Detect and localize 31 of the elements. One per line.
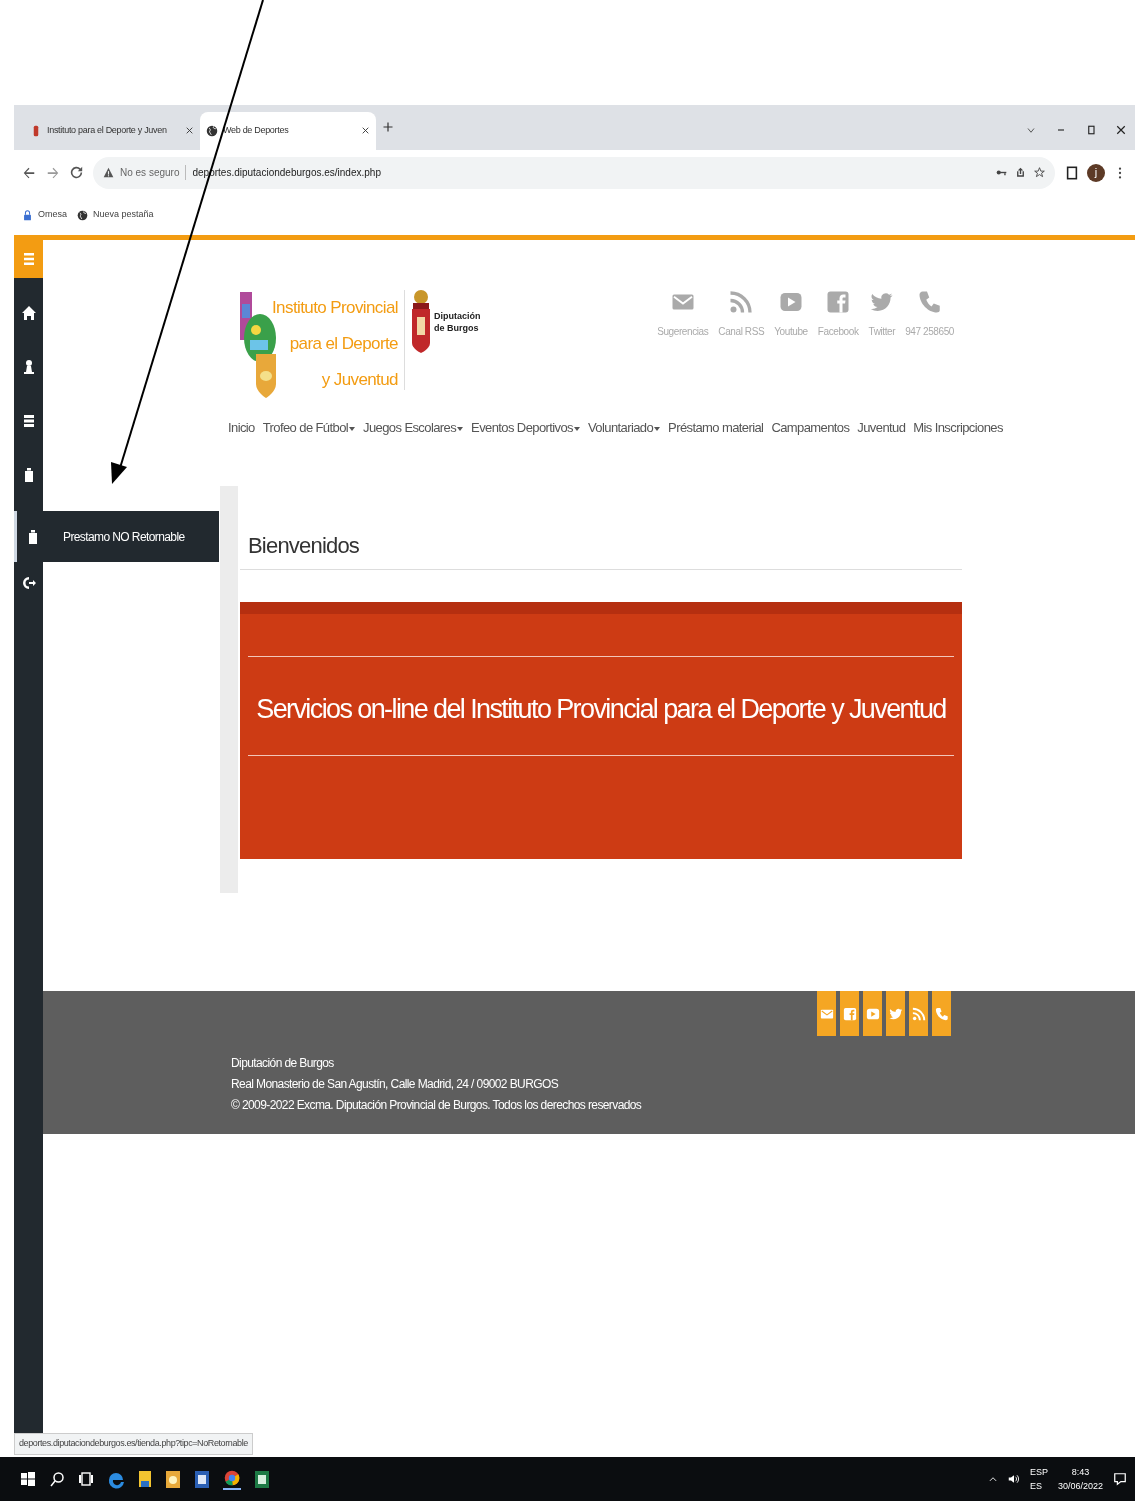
status-url: deportes.diputaciondeburgos.es/tienda.php?tipc=NoRetornable — [14, 1433, 253, 1455]
partner-text: de Burgos — [433, 322, 480, 334]
browser-tab[interactable]: Web de Deportes — [200, 112, 376, 150]
nav-link[interactable]: Voluntariado — [584, 418, 665, 438]
partner-text: Diputación — [433, 310, 481, 322]
banner-text: Servicios on-line del Instituto Provincial para el Deporte y Juventud — [255, 693, 947, 726]
logo-text: para el Deporte — [288, 333, 398, 355]
nav-link[interactable]: Trofeo de Fútbol — [258, 418, 360, 438]
page-title: Bienvenidos — [248, 532, 361, 560]
logo-text: y Juventud — [320, 369, 398, 391]
bookmark[interactable]: Nueva pestaña — [77, 208, 154, 222]
nav-link[interactable]: Mis Inscripciones — [909, 418, 1007, 438]
nav-link[interactable]: Préstamo material — [664, 418, 768, 438]
menu-flyout-link[interactable]: Prestamo NO Retornable — [14, 511, 219, 562]
logo-text: Instituto Provincial — [272, 297, 398, 319]
nav-link[interactable]: Campamentos — [767, 418, 854, 438]
profile-avatar[interactable]: j — [1087, 163, 1105, 182]
footer-text: Diputación de Burgos — [231, 1055, 335, 1072]
nav-link[interactable]: Juegos Escolares — [359, 418, 468, 438]
security-label: No es seguro — [120, 165, 187, 180]
nav-link[interactable]: Eventos Deportivos — [467, 418, 584, 438]
clock-date[interactable]: 30/06/2022 — [1057, 1479, 1103, 1493]
footer-text: Real Monasterio de San Agustín, Calle Madrid, 24 / 09002 BURGOS — [231, 1076, 560, 1093]
nav-link[interactable]: Juventud — [853, 418, 910, 438]
keyboard-label[interactable]: ES — [1029, 1479, 1048, 1493]
clock-time[interactable]: 8:43 — [1071, 1465, 1090, 1479]
footer-text: © 2009-2022 Excma. Diputación Provincial de Burgos. Todos los derechos reservados — [231, 1097, 642, 1114]
nav-link[interactable]: Inicio — [224, 418, 259, 438]
language-label[interactable]: ESP — [1029, 1465, 1048, 1479]
browser-tab[interactable]: Instituto para el Deporte y Juven — [24, 112, 200, 150]
bookmark[interactable]: Omesa — [22, 208, 67, 222]
